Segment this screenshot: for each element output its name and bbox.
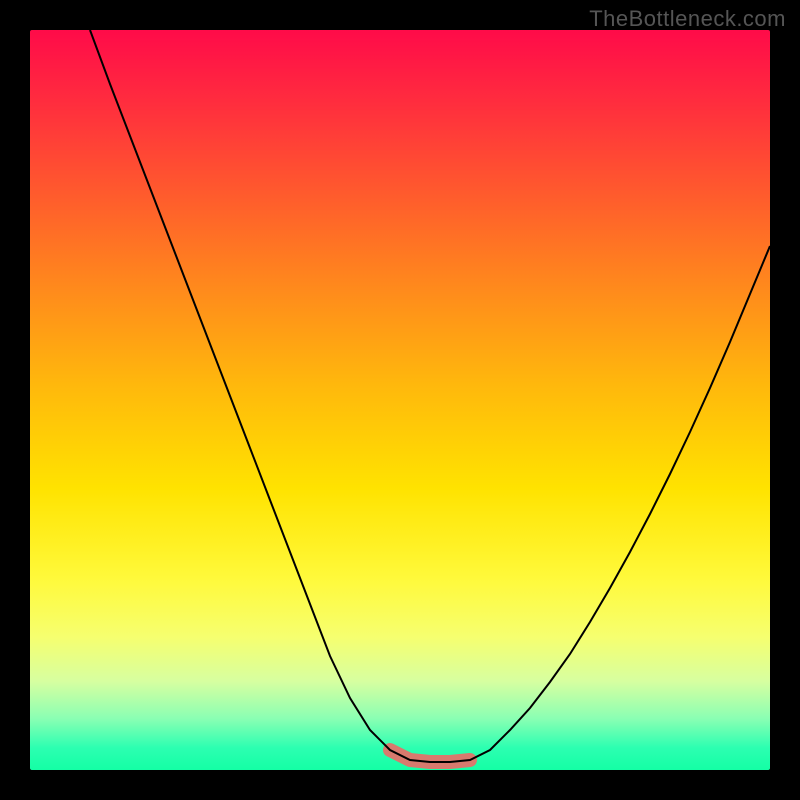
chart-frame: TheBottleneck.com xyxy=(0,0,800,800)
bottleneck-curve xyxy=(90,30,770,762)
watermark-text: TheBottleneck.com xyxy=(589,6,786,32)
plot-area xyxy=(30,30,770,770)
curve-svg xyxy=(30,30,770,770)
